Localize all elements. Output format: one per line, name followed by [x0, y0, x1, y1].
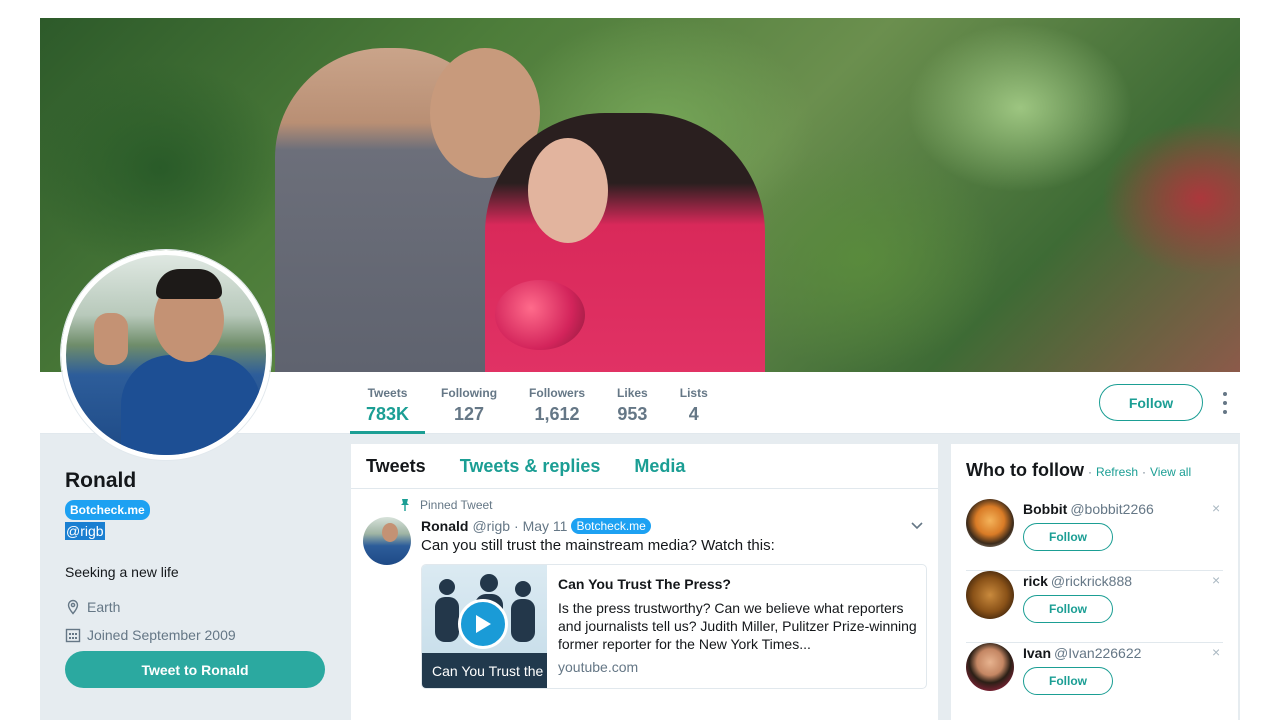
close-icon[interactable]: × [1212, 645, 1220, 659]
tweet-avatar[interactable] [363, 517, 411, 565]
profile-handle[interactable]: @rigb [65, 522, 105, 540]
tweet-botcheck-badge[interactable]: Botcheck.me [571, 518, 651, 534]
stat-value: 1,612 [534, 404, 580, 424]
stat-followers[interactable]: Followers 1,612 [513, 372, 601, 434]
follow-button[interactable]: Follow [1023, 523, 1113, 551]
profile-bio: Seeking a new life [65, 564, 179, 580]
stat-likes[interactable]: Likes 953 [601, 372, 664, 434]
timeline: Tweets Tweets & replies Media Pinned Twe… [351, 444, 938, 720]
account-handle[interactable]: @bobbit2266 [1070, 501, 1154, 517]
stat-lists[interactable]: Lists 4 [664, 372, 724, 434]
card-domain: youtube.com [558, 659, 639, 675]
separator-dot: · [1087, 465, 1092, 479]
profile-sidebar: Ronald Botcheck.me @rigb Seeking a new l… [40, 434, 350, 720]
tweet-to-button[interactable]: Tweet to Ronald [65, 651, 325, 688]
tweet-text: Can you still trust the mainstream media… [421, 537, 775, 554]
chevron-down-icon[interactable] [911, 522, 923, 530]
link-card[interactable]: Can You Trust the Can You Trust The Pres… [421, 564, 927, 689]
botcheck-badge[interactable]: Botcheck.me [65, 500, 150, 520]
card-title: Can You Trust The Press? [558, 576, 731, 592]
profile-name[interactable]: Ronald [65, 468, 325, 494]
profile-location: Earth [65, 598, 325, 616]
avatar-hair [156, 269, 222, 299]
pin-icon [401, 499, 409, 511]
tab-media[interactable]: Media [634, 456, 685, 477]
pinned-indicator: Pinned Tweet [399, 498, 493, 512]
account-name[interactable]: rick [1023, 573, 1048, 589]
account-handle[interactable]: @rickrick888 [1051, 573, 1132, 589]
tweet-author-handle[interactable]: @rigb [472, 517, 510, 535]
play-icon[interactable] [458, 599, 508, 649]
location-pin-icon [67, 599, 79, 615]
suggested-account: Ivan @Ivan226622 × Follow [966, 643, 1223, 715]
account-name-line: Bobbit @bobbit2266 [1023, 500, 1154, 518]
calendar-icon [65, 628, 81, 643]
card-body: Can You Trust The Press? Is the press tr… [547, 565, 926, 688]
close-icon[interactable]: × [1212, 573, 1220, 587]
avatar[interactable] [966, 643, 1014, 691]
location-text: Earth [87, 599, 121, 615]
tweet-avatar-face [382, 523, 398, 542]
joined-text: Joined September 2009 [87, 627, 236, 643]
avatar[interactable] [966, 499, 1014, 547]
account-name[interactable]: Bobbit [1023, 501, 1067, 517]
stat-following[interactable]: Following 127 [425, 372, 513, 434]
stat-value: 4 [688, 404, 699, 424]
stat-value: 783K [366, 404, 410, 424]
tweet-date[interactable]: · May 11 [514, 517, 567, 535]
view-all-link[interactable]: View all [1150, 465, 1191, 479]
stat-label: Lists [679, 386, 708, 400]
vertical-dots-icon[interactable] [1218, 392, 1232, 414]
who-to-follow-title: Who to follow [966, 460, 1084, 480]
stat-value: 953 [617, 404, 648, 424]
stat-tweets[interactable]: Tweets 783K [350, 372, 426, 434]
follow-button[interactable]: Follow [1023, 667, 1113, 695]
stat-label: Following [441, 386, 498, 400]
who-to-follow-header: Who to follow · Refresh · View all [966, 460, 1191, 481]
close-icon[interactable]: × [1212, 501, 1220, 515]
account-name[interactable]: Ivan [1023, 645, 1051, 661]
follow-button[interactable]: Follow [1023, 595, 1113, 623]
banner-photo-bouquet [495, 280, 585, 350]
refresh-link[interactable]: Refresh [1096, 465, 1138, 479]
card-thumbnail: Can You Trust the [422, 565, 547, 688]
account-name-line: Ivan @Ivan226622 [1023, 644, 1141, 662]
banner-photo-woman-face [528, 138, 608, 243]
card-description: Is the press trustworthy? Can we believe… [558, 600, 917, 652]
follow-button[interactable]: Follow [1099, 384, 1203, 421]
timeline-tabs: Tweets Tweets & replies Media [351, 444, 938, 489]
tweet-header: Ronald @rigb · May 11 Botcheck.me [421, 517, 651, 535]
separator-dot: · [1142, 465, 1146, 479]
card-thumbnail-caption: Can You Trust the [422, 653, 547, 688]
tweet-author-name[interactable]: Ronald [421, 517, 468, 535]
profile-avatar[interactable] [61, 250, 271, 460]
stat-value: 127 [454, 404, 485, 424]
stat-label: Followers [529, 386, 586, 400]
profile-joined: Joined September 2009 [65, 626, 325, 644]
tab-tweets[interactable]: Tweets [366, 456, 426, 477]
suggested-account: Bobbit @bobbit2266 × Follow [966, 499, 1223, 571]
pinned-label: Pinned Tweet [420, 498, 493, 512]
suggested-account: rick @rickrick888 × Follow [966, 571, 1223, 643]
avatar[interactable] [966, 571, 1014, 619]
avatar-hand [94, 313, 128, 365]
stat-label: Likes [617, 386, 648, 400]
stat-label: Tweets [367, 386, 408, 400]
tab-tweets-replies[interactable]: Tweets & replies [460, 456, 601, 477]
account-handle[interactable]: @Ivan226622 [1054, 645, 1141, 661]
account-name-line: rick @rickrick888 [1023, 572, 1132, 590]
profile-stats: Tweets 783K Following 127 Followers 1,61… [350, 372, 724, 434]
who-to-follow: Who to follow · Refresh · View all Bobbi… [951, 444, 1238, 720]
